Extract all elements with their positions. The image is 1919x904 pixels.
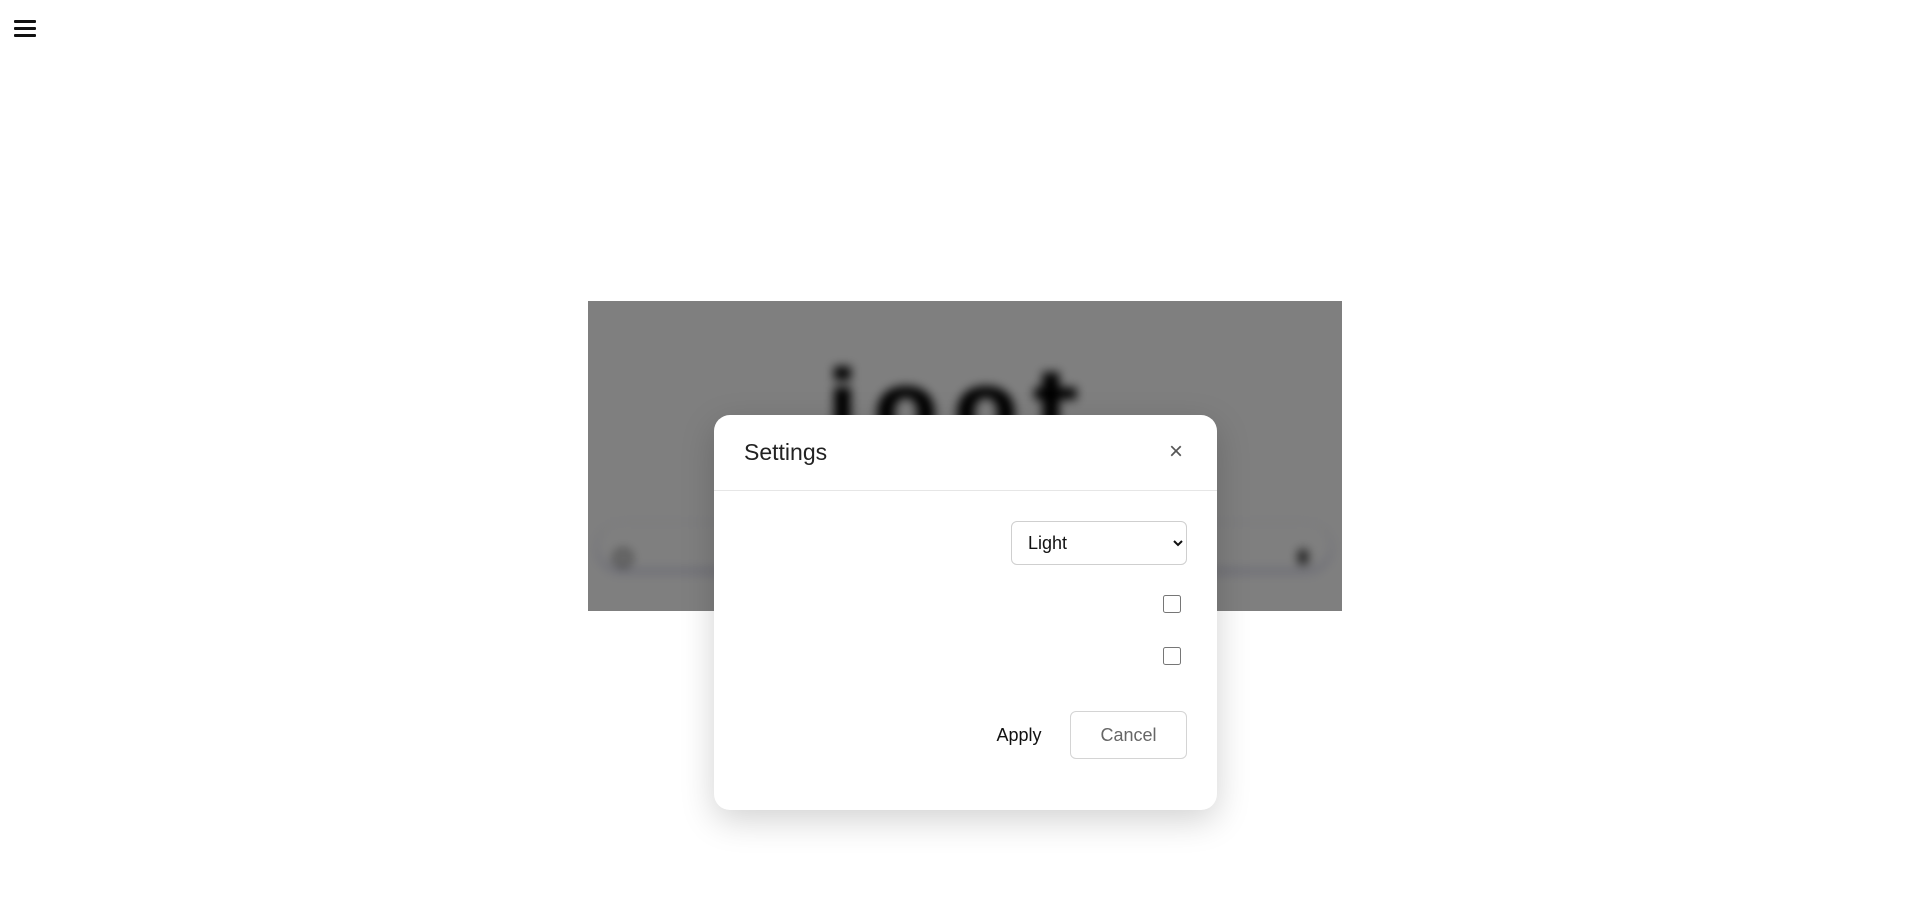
hamburger-menu-icon — [14, 19, 36, 23]
close-button[interactable]: × — [1161, 437, 1191, 467]
hamburger-menu-icon-bar — [14, 33, 36, 37]
page: joot Settings × Light Apply Cancel — [0, 0, 1919, 904]
apply-button[interactable]: Apply — [974, 711, 1064, 759]
theme-select[interactable]: Light — [1011, 521, 1187, 565]
settings-checkbox-2[interactable] — [1163, 647, 1181, 665]
close-icon: × — [1168, 438, 1183, 465]
settings-checkbox-1[interactable] — [1163, 595, 1181, 613]
hamburger-menu-button[interactable] — [14, 13, 44, 43]
settings-modal: Settings × Light Apply Cancel — [714, 415, 1217, 810]
cancel-button[interactable]: Cancel — [1070, 711, 1187, 759]
modal-title: Settings — [744, 439, 828, 465]
settings-modal-header: Settings × — [714, 415, 1217, 491]
hamburger-menu-icon-bar — [14, 26, 36, 30]
